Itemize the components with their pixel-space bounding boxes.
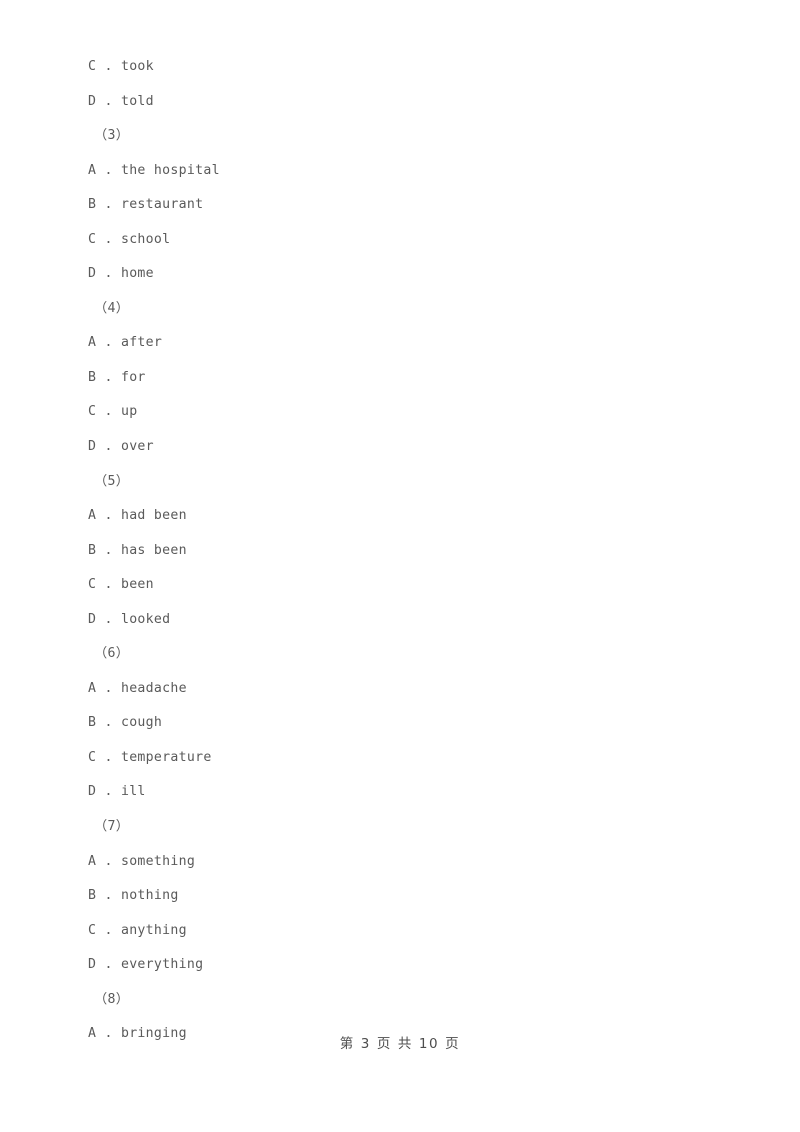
- answer-option: D . ill: [88, 784, 146, 800]
- document-page: C . took D . told （3） A . the hospital B . r…: [0, 0, 800, 1132]
- answer-option: A . headache: [88, 680, 187, 696]
- answer-option: D . everything: [88, 957, 204, 973]
- answer-options-list: C . took D . told （3） A . the hospital B . r…: [88, 50, 708, 1052]
- answer-option: A . something: [88, 853, 196, 869]
- answer-option: B . restaurant: [88, 197, 204, 213]
- page-footer: 第 3 页 共 10 页: [0, 1032, 800, 1052]
- question-number: （7）: [94, 819, 130, 835]
- answer-option: C . school: [88, 231, 171, 247]
- answer-option: B . cough: [88, 715, 163, 731]
- answer-option: C . up: [88, 404, 138, 420]
- question-number: （5）: [94, 473, 130, 489]
- question-number: （3）: [94, 128, 130, 144]
- page-number-label: 第 3 页 共 10 页: [339, 1036, 461, 1052]
- answer-option: B . nothing: [88, 888, 179, 904]
- answer-option: D . over: [88, 439, 154, 455]
- answer-option: C . temperature: [88, 749, 212, 765]
- answer-option: A . after: [88, 335, 163, 351]
- question-number: （4）: [94, 300, 130, 316]
- answer-option: A . the hospital: [88, 162, 220, 178]
- answer-option: B . for: [88, 369, 146, 385]
- answer-option: D . home: [88, 266, 154, 282]
- question-number: （8）: [94, 991, 130, 1007]
- answer-option: A . had been: [88, 508, 187, 524]
- answer-option: D . looked: [88, 611, 171, 627]
- question-number: （6）: [94, 646, 130, 662]
- answer-option: C . anything: [88, 922, 187, 938]
- answer-option: D . told: [88, 93, 154, 109]
- answer-option: C . took: [88, 59, 154, 74]
- answer-option: C . been: [88, 577, 154, 593]
- answer-option: B . has been: [88, 542, 187, 558]
